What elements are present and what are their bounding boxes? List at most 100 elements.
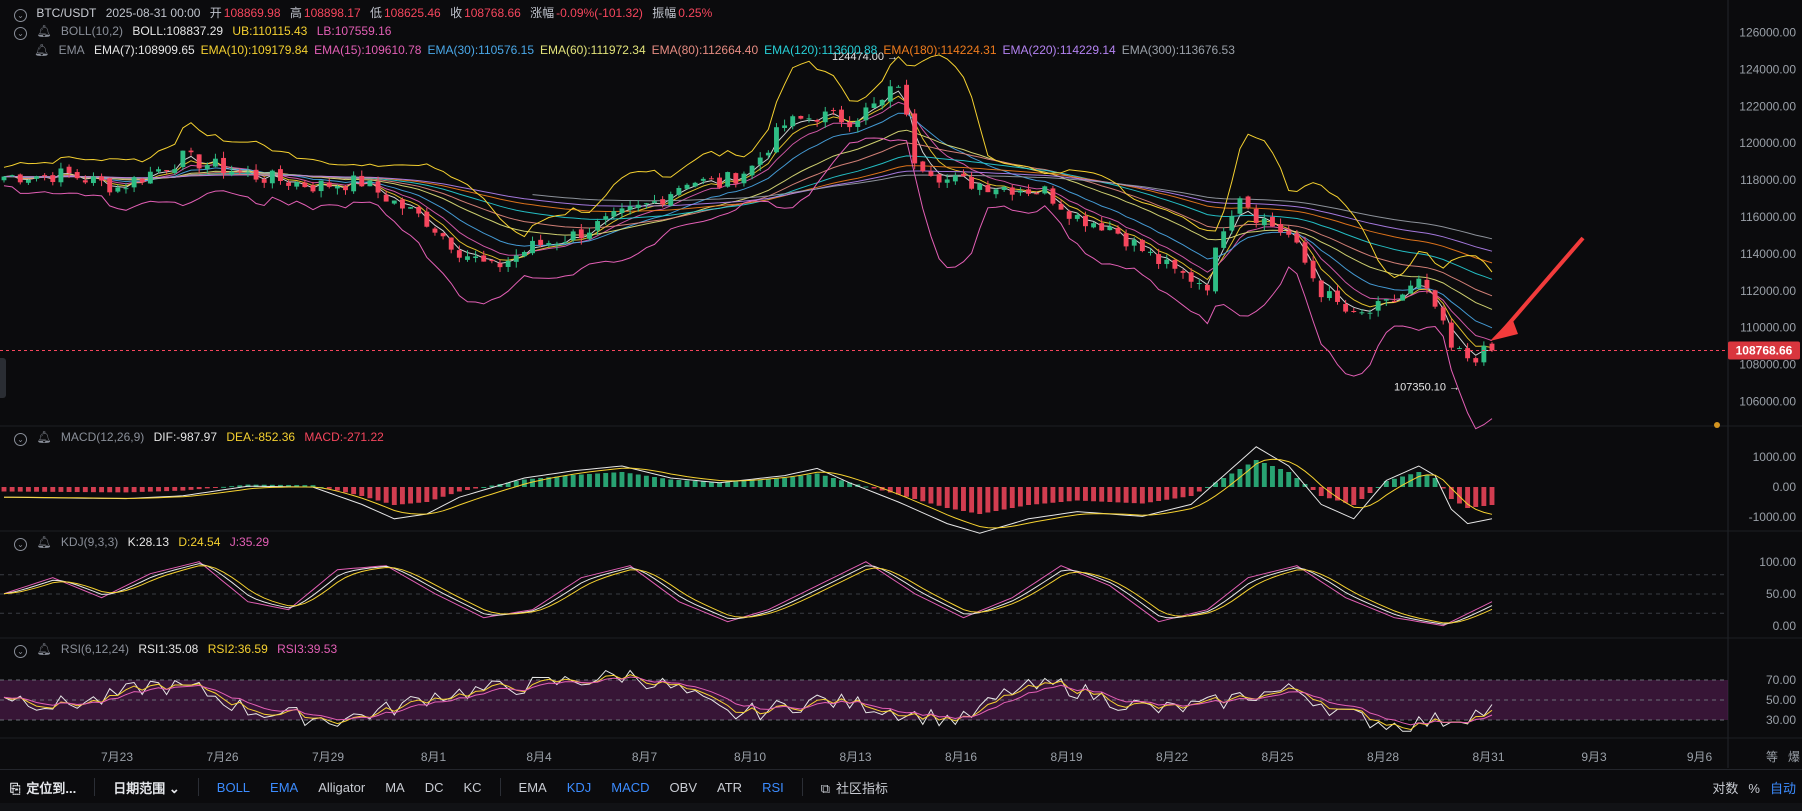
main-ma-button[interactable]: MA xyxy=(375,780,415,795)
price-tick-label: 108000.00 xyxy=(1739,358,1796,372)
chart-canvas[interactable]: 108768.66 126000.00 124000.00 122000.00 1200… xyxy=(0,0,1802,811)
macd-tick-label: 1000.00 xyxy=(1753,450,1797,464)
side-collapse-tab[interactable] xyxy=(0,358,6,398)
candle-body xyxy=(725,172,731,187)
macd-histogram-bar xyxy=(1115,487,1121,503)
x-tick-label: 7月26 xyxy=(206,750,238,764)
candle-body xyxy=(416,206,422,214)
bell-icon[interactable]: 🔔︎ xyxy=(34,43,49,57)
x-tick-label: 8月10 xyxy=(734,750,766,764)
candle-body xyxy=(1099,223,1105,231)
candle-body xyxy=(432,228,438,233)
candle-body xyxy=(237,170,243,172)
main-ema-button[interactable]: EMA xyxy=(260,780,308,795)
candle-body xyxy=(676,187,682,195)
community-indicators-button[interactable]: ⧉ 社区指标 xyxy=(811,778,898,797)
bell-icon[interactable]: 🔔︎ xyxy=(36,642,51,656)
candle-body xyxy=(782,125,788,128)
bell-icon[interactable]: 🔔︎ xyxy=(36,430,51,444)
collapse-icon[interactable]: ⌄ xyxy=(14,645,27,658)
macd-histogram-bar xyxy=(587,474,592,487)
amp-label: 振幅 xyxy=(652,6,677,20)
scale-option-0[interactable]: 对数 xyxy=(1712,781,1738,796)
sub-obv-button[interactable]: OBV xyxy=(660,780,707,795)
candle-body xyxy=(895,86,901,88)
candle-body xyxy=(855,120,861,127)
macd-histogram-bar xyxy=(115,487,121,493)
sub-rsi-button[interactable]: RSI xyxy=(752,780,794,795)
macd-histogram-bar xyxy=(1391,478,1397,487)
candle-body xyxy=(74,172,80,179)
sub-atr-button[interactable]: ATR xyxy=(707,780,752,795)
bell-icon[interactable]: 🔔︎ xyxy=(36,24,51,38)
kdj-tick-label: 50.00 xyxy=(1766,587,1796,601)
macd-histogram-bar xyxy=(741,480,747,487)
candle-body xyxy=(1335,290,1340,302)
collapse-icon[interactable]: ⌄ xyxy=(14,538,27,551)
candle-body xyxy=(928,171,934,176)
candle-body xyxy=(619,208,625,213)
candle-body xyxy=(481,255,487,262)
macd-histogram-bar xyxy=(635,474,641,487)
macd-histogram-bar xyxy=(1066,487,1072,502)
candle-body xyxy=(578,229,584,239)
date-range-button[interactable]: 日期范围 ⌄ xyxy=(103,778,190,797)
locate-button[interactable]: ⎘ 定位到... xyxy=(0,778,86,797)
sub-ema-button[interactable]: EMA xyxy=(509,780,557,795)
candle-body xyxy=(456,250,462,258)
candle-body xyxy=(9,175,15,177)
boll-legend: ⌄ 🔔︎ BOLL(10,2) BOLL:108837.29 UB:110115… xyxy=(14,24,397,40)
candle-body xyxy=(1009,187,1015,195)
macd-histogram-bar xyxy=(359,487,365,496)
collapse-icon[interactable]: ⌄ xyxy=(14,433,27,446)
macd-histogram-bar xyxy=(936,487,942,506)
macd-histogram-bar xyxy=(603,473,609,487)
macd-histogram-bar xyxy=(343,487,348,493)
candle-body xyxy=(107,178,113,193)
ema-legend: 🔔︎ EMA EMA(7):108909.65 EMA(10):109179.84… xyxy=(34,43,1241,57)
ema-name: EMA xyxy=(58,43,85,57)
candle-body xyxy=(367,180,373,187)
macd-histogram-bar xyxy=(1245,464,1251,487)
candle-body xyxy=(1091,223,1097,228)
macd-histogram-bar xyxy=(147,487,153,492)
candle-body xyxy=(1424,279,1430,289)
candle-body xyxy=(1156,254,1162,264)
main-alligator-button[interactable]: Alligator xyxy=(308,780,375,795)
macd-histogram-bar xyxy=(725,481,731,487)
sub-kdj-button[interactable]: KDJ xyxy=(557,780,602,795)
macd-histogram-bar xyxy=(790,476,796,487)
main-indicator-list: BOLL EMA Alligator MA DC KC xyxy=(207,780,492,795)
rsi-1: RSI1:35.08 xyxy=(138,642,199,656)
collapse-icon[interactable]: ⌄ xyxy=(14,27,27,40)
scale-option-1[interactable]: % xyxy=(1748,781,1760,796)
macd-histogram-bar xyxy=(367,487,373,499)
candle-body xyxy=(790,116,796,127)
main-dc-button[interactable]: DC xyxy=(415,780,454,795)
x-axis-option[interactable]: 爆 xyxy=(1788,750,1800,764)
main-kc-button[interactable]: KC xyxy=(453,780,491,795)
macd-histogram-bar xyxy=(822,475,828,487)
candle-body xyxy=(1,176,7,181)
candle-body xyxy=(1139,240,1145,252)
bell-icon[interactable]: 🔔︎ xyxy=(36,535,51,549)
candle-body xyxy=(1204,284,1210,291)
x-axis-option[interactable]: 等 xyxy=(1766,750,1778,764)
boll-upper-band xyxy=(3,54,1493,279)
change-value: -0.09%(-101.32) xyxy=(556,6,643,20)
macd-histogram-bar xyxy=(904,487,909,497)
candle-body xyxy=(278,169,283,181)
collapse-icon[interactable]: ⌄ xyxy=(14,9,27,22)
main-boll-button[interactable]: BOLL xyxy=(207,780,260,795)
macd-histogram-bar xyxy=(830,478,836,487)
candle-body xyxy=(830,110,836,112)
scale-option-2[interactable]: 自动 xyxy=(1770,781,1796,796)
macd-histogram-bar xyxy=(660,478,666,487)
macd-histogram-bar xyxy=(334,487,340,491)
candle-body xyxy=(871,103,877,108)
sub-macd-button[interactable]: MACD xyxy=(601,780,659,795)
candle-body xyxy=(1188,272,1194,282)
candle-body xyxy=(25,179,31,183)
macd-histogram-bar xyxy=(611,472,617,487)
candle-body xyxy=(1229,215,1235,231)
